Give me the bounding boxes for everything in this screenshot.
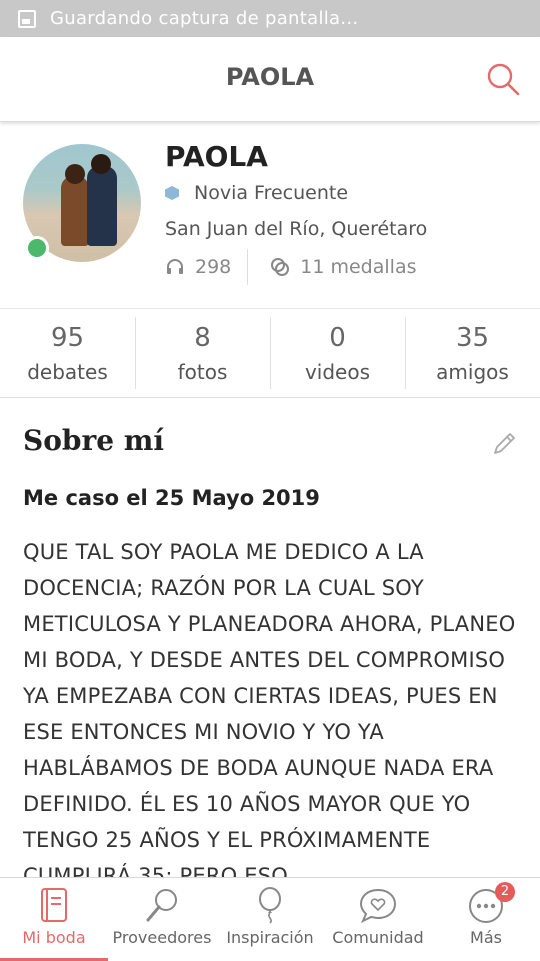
hexagon-icon: [165, 186, 179, 200]
nav-inspiracion[interactable]: Inspiración: [216, 878, 324, 961]
app-bar: PAOLA: [0, 37, 540, 122]
pencil-icon[interactable]: [490, 430, 518, 458]
status-bar: Guardando captura de pantalla...: [0, 0, 540, 37]
points-count: 298: [195, 256, 232, 278]
counter-amigos[interactable]: 35 amigos: [405, 309, 540, 397]
rank-row: Novia Frecuente: [165, 182, 348, 204]
counter-value: 8: [194, 323, 211, 353]
profile-header: PAOLA Novia Frecuente San Juan del Río, …: [0, 122, 540, 309]
profile-name: PAOLA: [165, 140, 268, 173]
counter-value: 95: [50, 323, 85, 353]
nav-label: Mi boda: [22, 928, 86, 947]
counter-value: 0: [329, 323, 346, 353]
search-icon[interactable]: [484, 61, 522, 99]
nav-label: Inspiración: [226, 928, 314, 947]
nav-comunidad[interactable]: Comunidad: [324, 878, 432, 961]
counter-value: 35: [455, 323, 490, 353]
counter-label: amigos: [436, 360, 509, 384]
notification-text: Guardando captura de pantalla...: [50, 8, 359, 29]
nav-label: Comunidad: [332, 928, 424, 947]
notification-badge: 2: [495, 882, 515, 902]
balloon-icon: [259, 887, 281, 924]
nav-label: Más: [470, 928, 502, 947]
medals-link[interactable]: 11 medallas: [300, 256, 416, 278]
bio-text: QUE TAL SOY PAOLA ME DEDICO A LA DOCENCI…: [23, 540, 516, 878]
nav-label: Proveedores: [112, 928, 212, 947]
counter-debates[interactable]: 95 debates: [0, 309, 135, 397]
counter-label: debates: [27, 360, 108, 384]
online-status-dot: [25, 236, 49, 260]
headset-icon: [167, 259, 183, 274]
about-heading: Sobre mí: [23, 424, 165, 457]
page-title: PAOLA: [225, 63, 315, 91]
counter-label: videos: [304, 360, 371, 384]
notebook-icon: [41, 888, 67, 922]
about-section: Sobre mí Me caso el 25 Mayo 2019 QUE TAL…: [0, 398, 540, 878]
medal-icon: [271, 258, 290, 276]
profile-stats: 298 11 medallas: [165, 249, 416, 285]
nav-proveedores[interactable]: Proveedores: [108, 878, 216, 961]
nav-mas[interactable]: 2 Más: [432, 878, 540, 961]
wedding-date: Me caso el 25 Mayo 2019: [23, 486, 320, 510]
counter-label: fotos: [177, 360, 228, 384]
counter-videos[interactable]: 0 videos: [270, 309, 405, 397]
bottom-nav: Mi boda Proveedores Inspiración Comunida…: [0, 877, 540, 961]
search-icon: [146, 889, 177, 922]
nav-mi-boda[interactable]: Mi boda: [0, 878, 108, 961]
image-icon: [18, 9, 36, 28]
chat-heart-icon: [359, 888, 397, 924]
location: San Juan del Río, Querétaro: [165, 218, 428, 240]
profile-counters: 95 debates 8 fotos 0 videos 35 amigos: [0, 309, 540, 398]
counter-fotos[interactable]: 8 fotos: [135, 309, 270, 397]
rank-label: Novia Frecuente: [194, 182, 349, 204]
